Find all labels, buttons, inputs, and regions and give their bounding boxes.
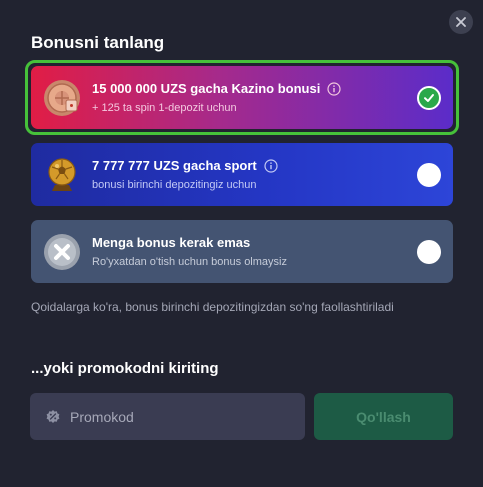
bonus-option-sport[interactable]: 7 777 777 UZS gacha sport bonusi birinch… bbox=[31, 143, 453, 206]
casino-chip-icon bbox=[42, 78, 82, 118]
bonus-option-casino[interactable]: 15 000 000 UZS gacha Kazino bonusi + 125… bbox=[31, 66, 453, 129]
no-bonus-icon bbox=[42, 232, 82, 272]
bonus-name: 15 000 000 UZS gacha Kazino bonusi bbox=[92, 81, 321, 96]
rules-text: Qoidalarga ko'ra, bonus birinchi depozit… bbox=[31, 300, 394, 314]
bonus-description: bonusi birinchi depozitingiz uchun bbox=[92, 179, 257, 191]
close-icon bbox=[456, 17, 466, 27]
bonus-name: Menga bonus kerak emas bbox=[92, 235, 251, 250]
apply-button[interactable]: Qo'llash bbox=[314, 393, 453, 440]
info-icon[interactable] bbox=[327, 81, 341, 96]
unselected-radio[interactable] bbox=[417, 240, 441, 264]
promo-input[interactable] bbox=[70, 408, 290, 425]
promo-badge-icon bbox=[46, 409, 60, 423]
promo-field[interactable] bbox=[30, 393, 305, 440]
bonus-description: Ro'yxatdan o'tish uchun bonus olmaysiz bbox=[92, 256, 287, 268]
selected-radio[interactable] bbox=[417, 86, 441, 110]
info-icon[interactable] bbox=[264, 158, 278, 173]
modal-title: Bonusni tanlang bbox=[31, 33, 165, 52]
bonus-option-none[interactable]: Menga bonus kerak emas Ro'yxatdan o'tish… bbox=[31, 220, 453, 283]
promo-title: ...yoki promokodni kiriting bbox=[31, 360, 219, 377]
football-trophy-icon bbox=[42, 155, 82, 195]
close-button[interactable] bbox=[449, 10, 473, 34]
unselected-radio[interactable] bbox=[417, 163, 441, 187]
bonus-name: 7 777 777 UZS gacha sport bbox=[92, 158, 257, 173]
bonus-description: + 125 ta spin 1-depozit uchun bbox=[92, 102, 237, 114]
checkmark-icon bbox=[424, 94, 434, 102]
